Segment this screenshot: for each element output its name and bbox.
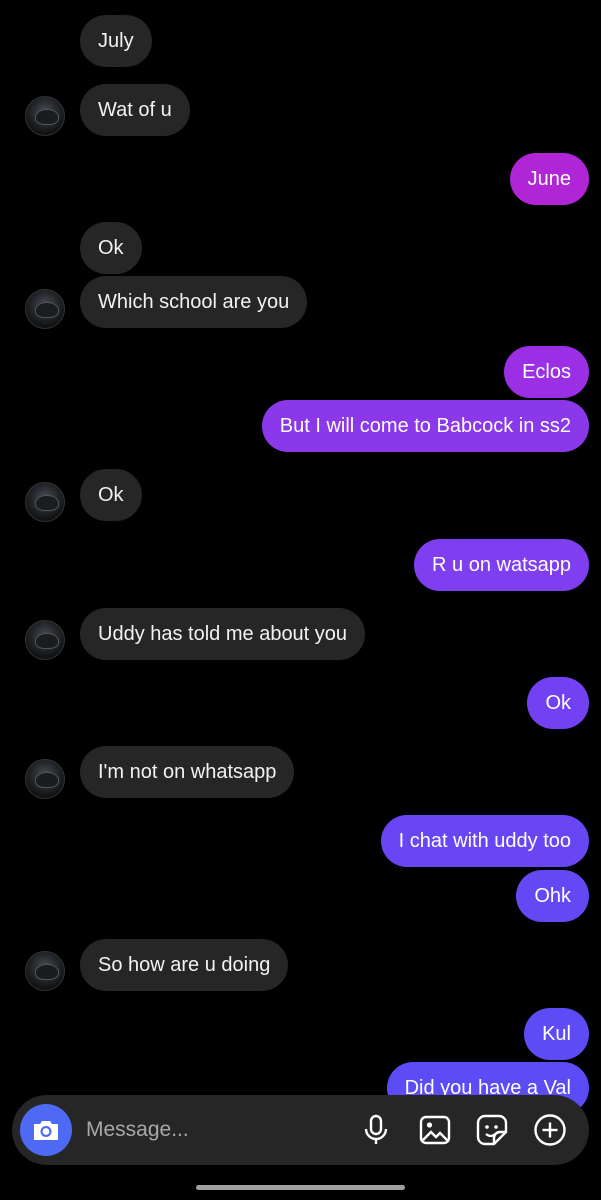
voice-button[interactable] [358,1112,394,1148]
message-incoming[interactable]: Ok [80,469,142,521]
contact-avatar[interactable] [25,96,65,136]
more-button[interactable] [532,1112,568,1148]
message-outgoing[interactable]: I chat with uddy too [380,815,589,867]
message-outgoing[interactable]: Ohk [516,870,589,922]
message-outgoing[interactable]: But I will come to Babcock in ss2 [261,400,589,452]
microphone-icon [364,1114,388,1144]
contact-avatar[interactable] [25,759,65,799]
message-outgoing[interactable]: Kul [524,1008,589,1060]
message-outgoing[interactable]: Eclos [504,346,589,398]
contact-avatar[interactable] [25,951,65,991]
contact-avatar[interactable] [25,289,65,329]
conversation-thread[interactable]: July Wat of u June Ok Which school are y… [0,0,601,1200]
image-icon [419,1115,451,1145]
sticker-icon [476,1114,508,1146]
message-outgoing[interactable]: Ok [527,677,589,729]
message-incoming[interactable]: I'm not on whatsapp [80,746,295,798]
message-incoming[interactable]: Ok [80,222,142,274]
contact-avatar[interactable] [25,482,65,522]
camera-button[interactable] [20,1104,72,1156]
message-outgoing[interactable]: R u on watsapp [414,539,589,591]
message-incoming[interactable]: So how are u doing [80,939,289,991]
gallery-button[interactable] [417,1112,453,1148]
message-incoming[interactable]: Which school are you [80,276,308,328]
message-input[interactable] [86,1113,346,1147]
message-outgoing[interactable]: June [509,153,589,205]
home-indicator[interactable] [196,1185,405,1190]
message-incoming[interactable]: Uddy has told me about you [80,608,366,660]
sticker-button[interactable] [474,1112,510,1148]
plus-icon [534,1114,566,1146]
message-incoming[interactable]: Wat of u [80,84,190,136]
message-incoming[interactable]: July [80,15,152,67]
camera-icon [34,1121,58,1140]
message-composer [12,1095,589,1165]
contact-avatar[interactable] [25,620,65,660]
